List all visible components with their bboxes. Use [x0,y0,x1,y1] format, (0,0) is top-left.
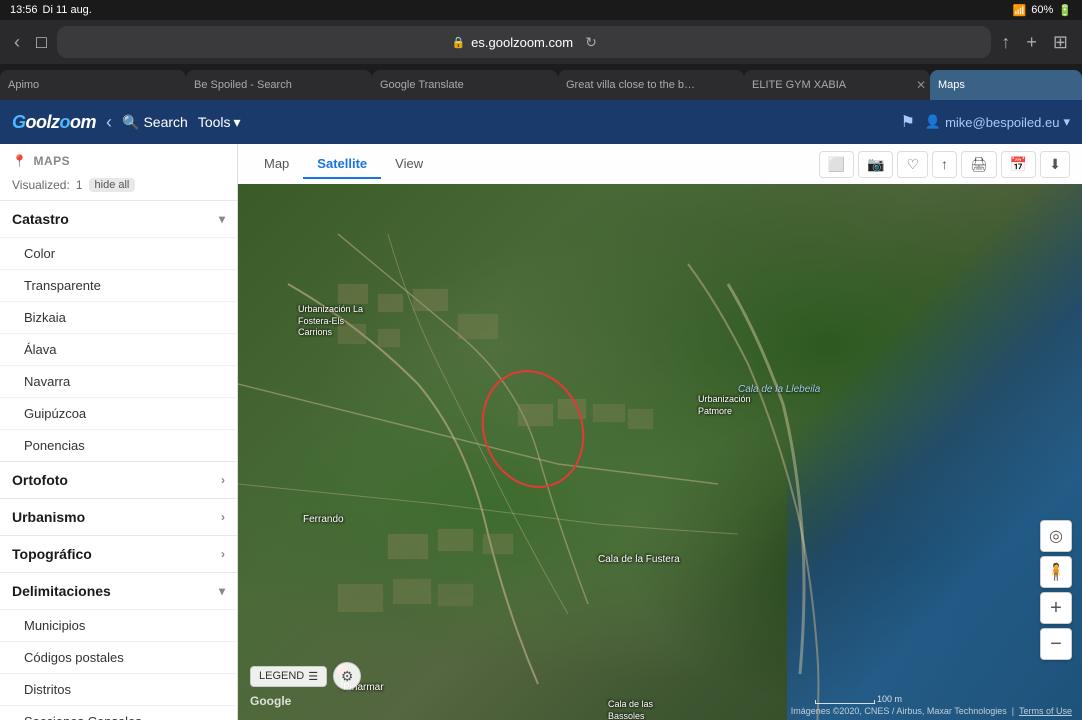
catastro-chevron-icon: ▾ [219,212,225,226]
flag-icon: ⚑ [901,114,915,131]
sidebar-item-alava[interactable]: Álava [0,333,237,365]
map-label-cala-fustera: Cala de la Fustera [598,554,680,565]
sidebar-item-guipuzcoa[interactable]: Guipúzcoa [0,397,237,429]
google-branding: Google [250,694,291,708]
sidebar-item-secciones-censales[interactable]: Secciones Censales [0,705,237,720]
map-label-urbanizacion-fostera: Urbanización LaFostera-ElsCarrions [298,304,363,339]
header-search-button[interactable]: 🔍 Search [122,114,188,131]
sidebar-hide-all-button[interactable]: hide all [89,178,136,192]
safari-refresh-button[interactable]: ↻ [585,34,597,51]
header-user-button[interactable]: 👤 mike@bespoiled.eu ▾ [925,114,1070,130]
sidebar-section-urbanismo: Urbanismo › [0,498,237,535]
app-header: Goolzoom ‹ 🔍 Search Tools ▾ ⚑ 👤 mike@bes… [0,100,1082,144]
battery-icon: 🔋 [1058,4,1072,17]
browser-tab-bespoiled[interactable]: Be Spoiled - Search [186,70,372,100]
map-background: Urbanización LaFostera-ElsCarrions Urban… [238,184,1082,720]
map-selection-oval [465,356,600,503]
map-action-share-button[interactable]: ↑ [932,151,957,178]
status-indicators: 📶 60% 🔋 [1013,4,1072,17]
topografico-chevron-icon: › [221,547,225,561]
sidebar-topografico-header[interactable]: Topográfico › [0,536,237,572]
map-legend-area: LEGEND ☰ ⚙ [250,662,361,690]
map-terrain: Urbanización LaFostera-ElsCarrions Urban… [238,184,1082,720]
map-action-calendar-button[interactable]: 📅 [1001,151,1036,178]
lock-icon: 🔒 [451,36,465,49]
search-icon: 🔍 [122,114,139,131]
sidebar-visualized: Visualized: 1 hide all [0,174,237,200]
map-action-buttons: ⬜ 📷 ♡ ↑ 🖨 📅 ⬇ [819,151,1070,178]
browser-tab-apimo[interactable]: Apimo [0,70,186,100]
map-area[interactable]: Map Satellite View ⬜ 📷 ♡ ↑ 🖨 📅 ⬇ [238,144,1082,720]
user-icon: 👤 [925,114,941,130]
sidebar-maps-header: 📍 MAPS [0,144,237,174]
map-type-view-button[interactable]: View [381,150,437,179]
map-pin-icon: 📍 [12,154,27,168]
safari-nav-bar: ‹ □ 🔒 es.goolzoom.com ↻ ↑ + ⊞ [0,20,1082,64]
map-action-download-button[interactable]: ⬇ [1040,151,1070,178]
sidebar-item-municipios[interactable]: Municipios [0,609,237,641]
status-time: 13:56 Di 11 aug. [10,4,92,16]
browser-tab-gym[interactable]: ELITE GYM XABIA ✕ [744,70,930,100]
map-zoom-out-button[interactable]: − [1040,628,1072,660]
map-water [787,184,1082,720]
map-person-button[interactable]: 🧍 [1040,556,1072,588]
app-logo: Goolzoom [12,112,96,133]
sidebar-catastro-header[interactable]: Catastro ▾ [0,201,237,237]
map-action-print-button[interactable]: 🖨 [961,151,997,178]
map-action-square-button[interactable]: ⬜ [819,151,854,178]
status-bar: 13:56 Di 11 aug. 📶 60% 🔋 [0,0,1082,20]
sidebar-section-topografico: Topográfico › [0,535,237,572]
sidebar-urbanismo-header[interactable]: Urbanismo › [0,499,237,535]
urbanismo-chevron-icon: › [221,510,225,524]
map-type-satellite-button[interactable]: Satellite [303,150,381,179]
legend-icon: ☰ [308,670,318,683]
sidebar-item-ponencias[interactable]: Ponencias [0,429,237,461]
safari-address-bar[interactable]: 🔒 es.goolzoom.com ↻ [57,26,992,58]
map-label-cala-bassoles: Cala de lasBassoles [608,699,653,720]
browser-tabs-bar: Apimo Be Spoiled - Search Google Transla… [0,64,1082,100]
tab-close-gym[interactable]: ✕ [916,78,926,92]
tools-chevron-icon: ▾ [234,114,241,131]
map-label-urbanizacion-patmore: UrbanizaciónPatmore [698,394,751,417]
wifi-icon: 📶 [1013,4,1027,17]
address-text: es.goolzoom.com [471,35,573,50]
sidebar-item-codigos-postales[interactable]: Códigos postales [0,641,237,673]
header-back-button[interactable]: ‹ [106,112,112,133]
ortofoto-chevron-icon: › [221,473,225,487]
browser-tab-maps[interactable]: Maps [930,70,1082,100]
user-chevron-icon: ▾ [1063,114,1070,130]
sidebar-delimitaciones-header[interactable]: Delimitaciones ▾ [0,573,237,609]
safari-share-button[interactable]: ↑ [995,28,1016,57]
map-settings-button[interactable]: ⚙ [333,662,361,690]
main-layout: 📍 MAPS Visualized: 1 hide all Catastro ▾… [0,144,1082,720]
sidebar-section-delimitaciones: Delimitaciones ▾ Municipios Códigos post… [0,572,237,720]
sidebar-section-ortofoto: Ortofoto › [0,461,237,498]
safari-bookmarks-button[interactable]: □ [30,28,53,57]
browser-tab-villa[interactable]: Great villa close to the beach... [558,70,744,100]
sidebar-section-catastro: Catastro ▾ Color Transparente Bizkaia Ál… [0,200,237,461]
sidebar-item-color[interactable]: Color [0,237,237,269]
map-action-heart-button[interactable]: ♡ [897,151,928,178]
map-zoom-in-button[interactable]: + [1040,592,1072,624]
map-type-bar: Map Satellite View ⬜ 📷 ♡ ↑ 🖨 📅 ⬇ [238,144,1082,184]
sidebar: 📍 MAPS Visualized: 1 hide all Catastro ▾… [0,144,238,720]
delimitaciones-chevron-icon: ▾ [219,584,225,598]
map-location-button[interactable]: ◎ [1040,520,1072,552]
sidebar-item-distritos[interactable]: Distritos [0,673,237,705]
sidebar-item-navarra[interactable]: Navarra [0,365,237,397]
safari-back-button[interactable]: ‹ [8,28,26,57]
sidebar-item-bizkaia[interactable]: Bizkaia [0,301,237,333]
sidebar-ortofoto-header[interactable]: Ortofoto › [0,462,237,498]
map-legend-button[interactable]: LEGEND ☰ [250,666,327,687]
safari-tabs-button[interactable]: ⊞ [1047,28,1074,57]
sidebar-item-transparente[interactable]: Transparente [0,269,237,301]
header-tools-button[interactable]: Tools ▾ [198,114,241,131]
map-type-map-button[interactable]: Map [250,150,303,179]
map-label-ferrando: Ferrando [303,514,344,525]
map-controls: ◎ 🧍 + − [1040,520,1072,660]
browser-tab-translate[interactable]: Google Translate [372,70,558,100]
safari-new-tab-button[interactable]: + [1020,28,1043,57]
header-flag-button[interactable]: ⚑ [901,112,915,132]
map-action-camera-button[interactable]: 📷 [858,151,893,178]
